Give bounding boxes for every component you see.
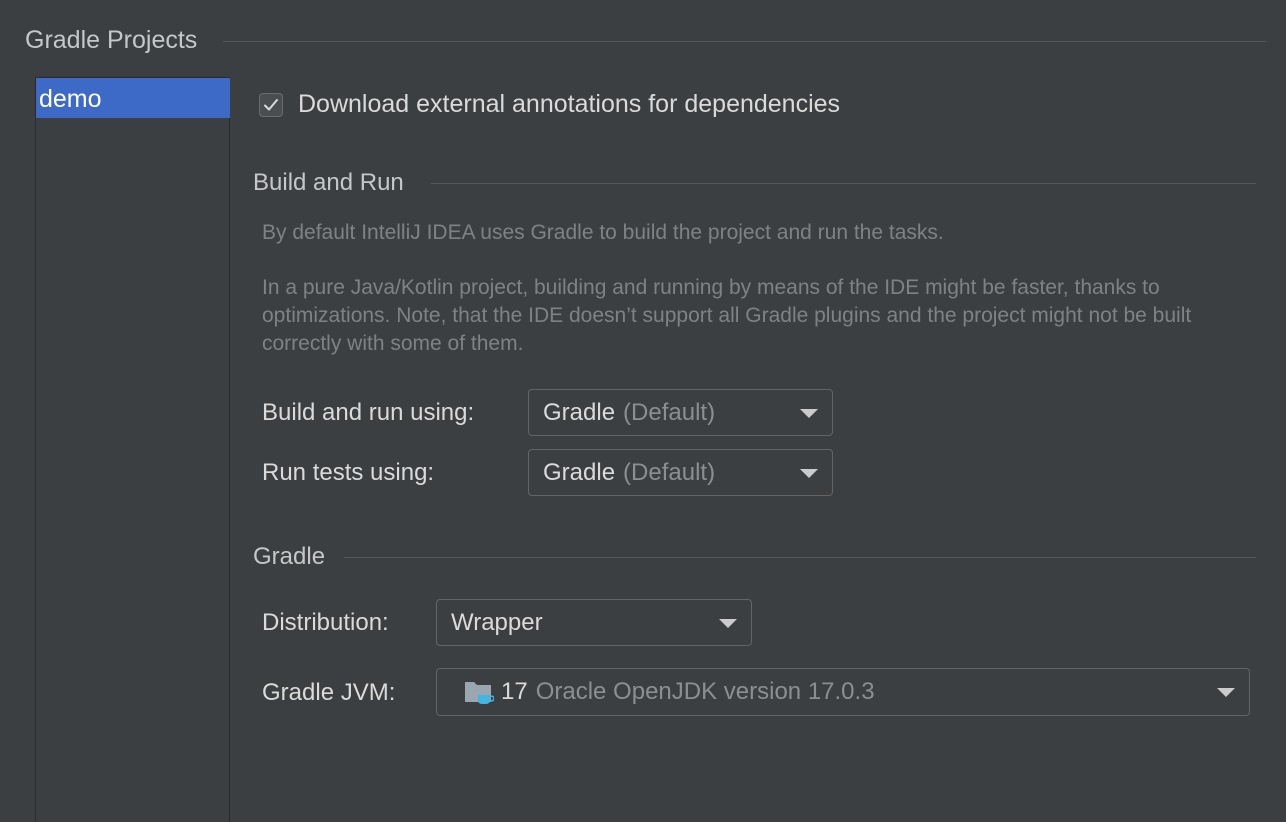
chevron-down-icon [800, 408, 818, 418]
build-description-2: In a pure Java/Kotlin project, building … [262, 276, 1192, 355]
download-annotations-row[interactable]: Download external annotations for depend… [259, 90, 840, 119]
checkmark-icon [264, 98, 278, 110]
jvm-detail: Oracle OpenJDK version 17.0.3 [535, 678, 875, 705]
page-title: Gradle Projects [25, 26, 198, 54]
gradle-jvm-label: Gradle JVM: [262, 679, 396, 706]
download-annotations-label: Download external annotations for depend… [298, 90, 841, 118]
title-divider [223, 41, 1266, 42]
gradle-jvm-select[interactable]: 17 Oracle OpenJDK version 17.0.3 [436, 668, 1250, 716]
project-item-demo[interactable]: demo [36, 78, 230, 118]
build-and-run-divider [431, 183, 1256, 184]
build-description-1: By default IntelliJ IDEA uses Gradle to … [262, 221, 944, 244]
jdk-folder-icon [465, 682, 494, 704]
build-and-run-title: Build and Run [253, 169, 404, 196]
distribution-select[interactable]: Wrapper [436, 599, 752, 646]
chevron-down-icon [800, 468, 818, 478]
build-and-run-using-label: Build and run using: [262, 399, 475, 426]
tests-select-value: Gradle [543, 458, 616, 486]
gradle-section-divider [344, 557, 1256, 558]
build-select-value: Gradle [543, 398, 616, 426]
distribution-select-value: Wrapper [451, 608, 543, 636]
gradle-section-title: Gradle [253, 543, 326, 570]
chevron-down-icon [1217, 688, 1235, 697]
build-select-default: (Default) [623, 398, 716, 426]
run-tests-using-label: Run tests using: [262, 459, 435, 486]
download-annotations-checkbox[interactable] [259, 92, 283, 117]
tests-select-default: (Default) [623, 458, 716, 486]
chevron-down-icon [719, 618, 737, 628]
run-tests-using-select[interactable]: Gradle (Default) [528, 449, 833, 496]
project-list[interactable]: demo [35, 77, 230, 822]
gradle-settings-panel: Gradle Projects demo Download external a… [0, 0, 1286, 822]
jvm-version: 17 [501, 678, 528, 705]
build-and-run-using-select[interactable]: Gradle (Default) [528, 389, 833, 436]
distribution-label: Distribution: [262, 609, 389, 636]
